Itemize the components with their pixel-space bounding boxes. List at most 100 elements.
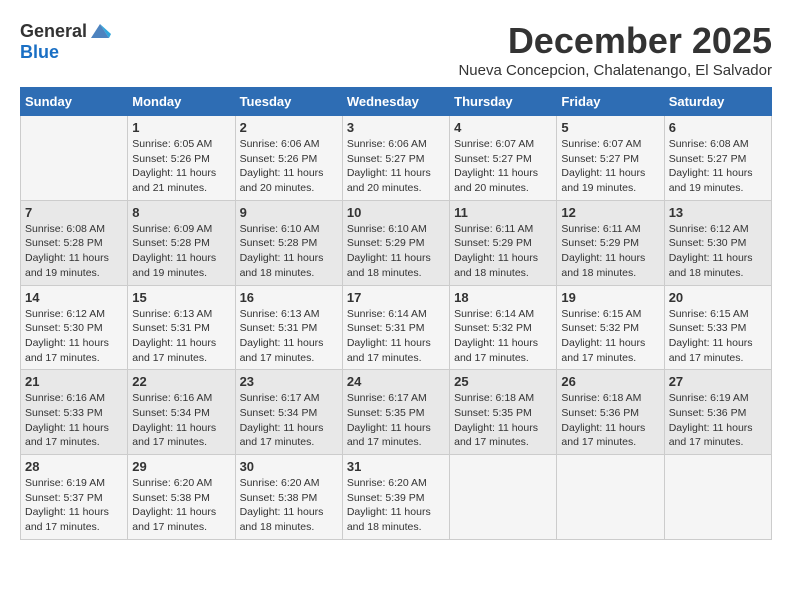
calendar-week-row: 7 Sunrise: 6:08 AMSunset: 5:28 PM Daylight… bbox=[21, 200, 772, 285]
daylight-text: Daylight: 11 hours and 19 minutes. bbox=[132, 251, 230, 280]
daylight-text: Daylight: 11 hours and 17 minutes. bbox=[240, 421, 338, 450]
calendar-cell: 13 Sunrise: 6:12 AMSunset: 5:30 PMDayligh… bbox=[664, 200, 771, 285]
sunrise-text: Sunrise: 6:07 AM bbox=[561, 137, 659, 152]
logo-general: General bbox=[20, 21, 87, 42]
day-info: Sunrise: 6:06 AMSunset: 5:26 PMDaylight:… bbox=[240, 137, 338, 196]
day-number: 14 bbox=[25, 290, 123, 305]
page-header: General Blue December 2025 Nueva Concepc… bbox=[20, 20, 772, 79]
sunset-text: Sunset: 5:29 PM bbox=[454, 236, 552, 251]
header-cell-tuesday: Tuesday bbox=[235, 88, 342, 116]
calendar-cell bbox=[450, 455, 557, 540]
calendar-cell: 8Sunrise: 6:09 AMSunset: 5:28 PMDaylight… bbox=[128, 200, 235, 285]
day-number: 12 bbox=[561, 205, 659, 220]
day-number: 19 bbox=[561, 290, 659, 305]
daylight-text: Daylight: 11 hours and 20 minutes. bbox=[347, 166, 445, 195]
sunrise-text: Sunrise: 6:09 AM bbox=[132, 222, 230, 237]
calendar-cell: 1Sunrise: 6:05 AMSunset: 5:26 PMDaylight… bbox=[128, 116, 235, 201]
sunrise-text: Sunrise: 6:17 AM bbox=[240, 391, 338, 406]
calendar-body: 1Sunrise: 6:05 AMSunset: 5:26 PMDaylight… bbox=[21, 116, 772, 540]
header-cell-friday: Friday bbox=[557, 88, 664, 116]
sunrise-text: Sunrise: 6:10 AM bbox=[240, 222, 338, 237]
logo: General Blue bbox=[20, 20, 111, 63]
day-info: Sunrise: 6:17 AMSunset: 5:34 PMDaylight:… bbox=[240, 391, 338, 450]
day-number: 8 bbox=[132, 205, 230, 220]
sunset-text: Sunset: 5:32 PM bbox=[561, 321, 659, 336]
day-number: 15 bbox=[132, 290, 230, 305]
daylight-text: Daylight: 11 hours and 17 minutes. bbox=[561, 336, 659, 365]
day-number: 7 bbox=[25, 205, 123, 220]
sunrise-text: Sunrise: 6:11 AM bbox=[561, 222, 659, 237]
sunset-text: Sunset: 5:26 PM bbox=[240, 152, 338, 167]
calendar-cell: 22Sunrise: 6:16 AMSunset: 5:34 PMDayligh… bbox=[128, 370, 235, 455]
sunrise-text: Sunrise: 6:18 AM bbox=[454, 391, 552, 406]
sunrise-text: Sunrise: 6:12 AM bbox=[669, 222, 767, 237]
daylight-text: Daylight: 11 hours and 18 minutes. bbox=[240, 505, 338, 534]
sunset-text: Sunset: 5:34 PM bbox=[240, 406, 338, 421]
day-number: 26 bbox=[561, 374, 659, 389]
sunrise-text: Sunrise: 6:20 AM bbox=[240, 476, 338, 491]
calendar-cell bbox=[21, 116, 128, 201]
daylight-text: Daylight: 11 hours and 17 minutes. bbox=[347, 336, 445, 365]
sunrise-text: Sunrise: 6:20 AM bbox=[132, 476, 230, 491]
day-info: Sunrise: 6:20 AMSunset: 5:38 PMDaylight:… bbox=[240, 476, 338, 535]
sunrise-text: Sunrise: 6:20 AM bbox=[347, 476, 445, 491]
sunrise-text: Sunrise: 6:12 AM bbox=[25, 307, 123, 322]
sunset-text: Sunset: 5:36 PM bbox=[561, 406, 659, 421]
day-info: Sunrise: 6:14 AMSunset: 5:32 PMDaylight:… bbox=[454, 307, 552, 366]
title-section: December 2025 Nueva Concepcion, Chalaten… bbox=[458, 20, 772, 79]
day-number: 2 bbox=[240, 120, 338, 135]
sunrise-text: Sunrise: 6:07 AM bbox=[454, 137, 552, 152]
daylight-text: Daylight: 11 hours and 18 minutes. bbox=[669, 251, 767, 280]
day-info: Sunrise: 6:05 AMSunset: 5:26 PMDaylight:… bbox=[132, 137, 230, 196]
day-number: 28 bbox=[25, 459, 123, 474]
calendar-cell: 9Sunrise: 6:10 AMSunset: 5:28 PMDaylight… bbox=[235, 200, 342, 285]
day-info: Sunrise: 6:06 AMSunset: 5:27 PMDaylight:… bbox=[347, 137, 445, 196]
calendar-cell: 18 Sunrise: 6:14 AMSunset: 5:32 PMDayligh… bbox=[450, 285, 557, 370]
calendar-cell: 6Sunrise: 6:08 AMSunset: 5:27 PMDaylight… bbox=[664, 116, 771, 201]
daylight-text: Daylight: 11 hours and 17 minutes. bbox=[454, 421, 552, 450]
sunrise-text: Sunrise: 6:10 AM bbox=[347, 222, 445, 237]
calendar-cell: 29Sunrise: 6:20 AMSunset: 5:38 PMDayligh… bbox=[128, 455, 235, 540]
day-info: Sunrise: 6:10 AMSunset: 5:28 PMDaylight:… bbox=[240, 222, 338, 281]
header-cell-wednesday: Wednesday bbox=[342, 88, 449, 116]
sunset-text: Sunset: 5:30 PM bbox=[669, 236, 767, 251]
daylight-text: Daylight: 11 hours and 17 minutes. bbox=[25, 505, 123, 534]
calendar-cell: 12 Sunrise: 6:11 AMSunset: 5:29 PMDayligh… bbox=[557, 200, 664, 285]
sunrise-text: Sunrise: 6:15 AM bbox=[669, 307, 767, 322]
day-info: Sunrise: 6:15 AMSunset: 5:33 PMDaylight:… bbox=[669, 307, 767, 366]
day-number: 25 bbox=[454, 374, 552, 389]
calendar-cell: 27Sunrise: 6:19 AMSunset: 5:36 PMDayligh… bbox=[664, 370, 771, 455]
calendar-table: SundayMondayTuesdayWednesdayThursdayFrid… bbox=[20, 87, 772, 540]
sunrise-text: Sunrise: 6:08 AM bbox=[25, 222, 123, 237]
logo-icon bbox=[89, 20, 111, 42]
day-number: 20 bbox=[669, 290, 767, 305]
sunset-text: Sunset: 5:33 PM bbox=[669, 321, 767, 336]
calendar-cell: 3Sunrise: 6:06 AMSunset: 5:27 PMDaylight… bbox=[342, 116, 449, 201]
calendar-week-row: 28Sunrise: 6:19 AMSunset: 5:37 PMDayligh… bbox=[21, 455, 772, 540]
daylight-text: Daylight: 11 hours and 17 minutes. bbox=[669, 421, 767, 450]
sunrise-text: Sunrise: 6:11 AM bbox=[454, 222, 552, 237]
sunrise-text: Sunrise: 6:14 AM bbox=[347, 307, 445, 322]
sunrise-text: Sunrise: 6:19 AM bbox=[25, 476, 123, 491]
sunset-text: Sunset: 5:34 PM bbox=[132, 406, 230, 421]
location-title: Nueva Concepcion, Chalatenango, El Salva… bbox=[458, 62, 772, 79]
day-number: 27 bbox=[669, 374, 767, 389]
day-number: 18 bbox=[454, 290, 552, 305]
sunset-text: Sunset: 5:27 PM bbox=[454, 152, 552, 167]
header-cell-monday: Monday bbox=[128, 88, 235, 116]
calendar-cell bbox=[664, 455, 771, 540]
sunset-text: Sunset: 5:28 PM bbox=[25, 236, 123, 251]
calendar-week-row: 21Sunrise: 6:16 AMSunset: 5:33 PMDayligh… bbox=[21, 370, 772, 455]
day-info: Sunrise: 6:11 AMSunset: 5:29 PMDaylight:… bbox=[561, 222, 659, 281]
day-info: Sunrise: 6:08 AMSunset: 5:27 PMDaylight:… bbox=[669, 137, 767, 196]
daylight-text: Daylight: 11 hours and 18 minutes. bbox=[561, 251, 659, 280]
daylight-text: Daylight: 11 hours and 17 minutes. bbox=[347, 421, 445, 450]
day-info: Sunrise: 6:11 AMSunset: 5:29 PMDaylight:… bbox=[454, 222, 552, 281]
day-number: 13 bbox=[669, 205, 767, 220]
day-number: 5 bbox=[561, 120, 659, 135]
daylight-text: Daylight: 11 hours and 19 minutes. bbox=[669, 166, 767, 195]
day-info: Sunrise: 6:12 AMSunset: 5:30 PMDaylight:… bbox=[669, 222, 767, 281]
daylight-text: Daylight: 11 hours and 17 minutes. bbox=[25, 421, 123, 450]
sunset-text: Sunset: 5:27 PM bbox=[347, 152, 445, 167]
calendar-cell: 11Sunrise: 6:11 AMSunset: 5:29 PMDayligh… bbox=[450, 200, 557, 285]
